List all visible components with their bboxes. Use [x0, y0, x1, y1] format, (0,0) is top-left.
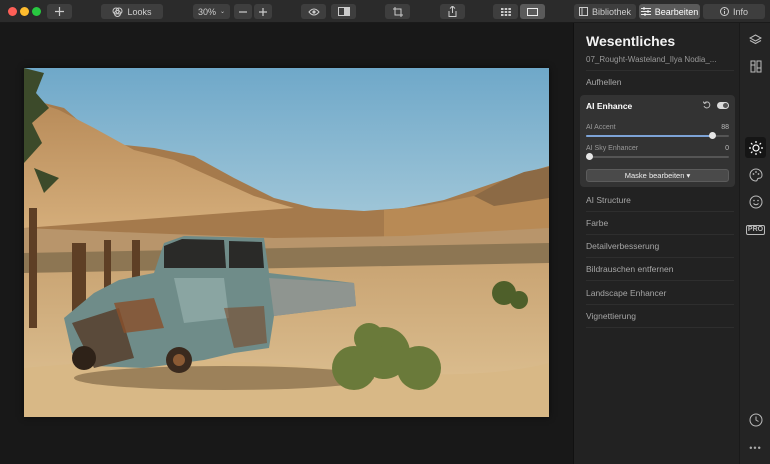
tab-bearbeiten-label: Bearbeiten: [654, 6, 699, 17]
single-view-button[interactable]: [520, 4, 545, 19]
share-button[interactable]: [440, 4, 465, 19]
palette-icon[interactable]: [745, 164, 766, 185]
section-aufhellen[interactable]: Aufhellen: [586, 77, 730, 87]
ai-sky-label: AI Sky Enhancer: [586, 145, 639, 152]
tab-bibliothek[interactable]: Bibliothek: [574, 4, 636, 19]
library-icon: [578, 7, 588, 16]
looks-label: Looks: [127, 6, 152, 17]
divider: [586, 234, 734, 235]
plus-icon: [55, 7, 64, 16]
section-detailverbesserung[interactable]: Detailverbesserung: [586, 241, 730, 251]
minus-icon: [239, 8, 247, 16]
looks-button[interactable]: Looks: [101, 4, 163, 19]
ai-accent-value: 88: [721, 124, 729, 131]
ai-sky-knob[interactable]: [586, 153, 593, 160]
info-icon: [719, 7, 729, 16]
grid-view-button[interactable]: [493, 4, 518, 19]
file-name: 07_Rought-Wasteland_Ilya Nodia_...: [586, 55, 717, 64]
divider: [586, 211, 734, 212]
layers-icon[interactable]: [745, 29, 766, 50]
preview-button[interactable]: [301, 4, 326, 19]
crop-icon: [392, 6, 403, 17]
image-canvas[interactable]: [0, 23, 573, 464]
divider: [586, 257, 734, 258]
edit-panel: Wesentliches 07_Rought-Wasteland_Ilya No…: [573, 23, 739, 464]
zoom-out-button[interactable]: [234, 4, 252, 19]
looks-icon: [112, 7, 123, 17]
chevron-down-icon: ⌄: [219, 9, 226, 15]
ai-enhance-toggle[interactable]: [717, 102, 729, 109]
pro-icon[interactable]: PRO: [745, 219, 766, 240]
tab-bibliothek-label: Bibliothek: [591, 6, 632, 17]
tab-bearbeiten[interactable]: Bearbeiten: [639, 4, 700, 19]
history-clock-icon[interactable]: [745, 409, 766, 430]
toolbar: Looks 30% ⌄ Bibliothek Bearbeiten Info: [0, 0, 770, 23]
ai-enhance-title[interactable]: AI Enhance: [586, 101, 632, 111]
tab-info-label: Info: [732, 6, 748, 17]
crop-button[interactable]: [385, 4, 410, 19]
single-view-icon: [527, 7, 538, 16]
divider: [586, 70, 734, 71]
sliders-icon: [640, 7, 651, 16]
section-bildrauschen[interactable]: Bildrauschen entfernen: [586, 264, 730, 274]
eye-icon: [307, 8, 320, 16]
plus-icon: [259, 7, 267, 16]
compare-button[interactable]: [331, 4, 356, 19]
zoom-value: 30%: [197, 6, 216, 17]
section-ai-structure[interactable]: AI Structure: [586, 195, 730, 205]
section-landscape-enhancer[interactable]: Landscape Enhancer: [586, 288, 730, 298]
ai-accent-fill: [586, 135, 712, 137]
minimize-window-button[interactable]: [20, 7, 29, 16]
pro-label: PRO: [745, 224, 766, 235]
ai-accent-knob[interactable]: [708, 132, 716, 139]
portrait-face-icon[interactable]: [745, 191, 766, 212]
more-label: •••: [749, 442, 762, 453]
divider: [586, 304, 734, 305]
zoom-in-button[interactable]: [254, 4, 272, 19]
tab-info[interactable]: Info: [703, 4, 765, 19]
edit-mask-button[interactable]: Maske bearbeiten ▾: [586, 169, 729, 182]
divider: [586, 280, 734, 281]
more-options-icon[interactable]: •••: [745, 437, 766, 458]
ai-sky-slider[interactable]: [586, 153, 729, 160]
section-farbe[interactable]: Farbe: [586, 218, 730, 228]
close-window-button[interactable]: [8, 7, 17, 16]
canvas-tools-icon[interactable]: [745, 56, 766, 77]
section-vignettierung[interactable]: Vignettierung: [586, 311, 730, 321]
ai-accent-label: AI Accent: [586, 124, 616, 131]
add-button[interactable]: [47, 4, 72, 19]
sun-icon[interactable]: [745, 137, 766, 158]
grid-icon: [500, 7, 511, 16]
panel-title: Wesentliches: [586, 33, 676, 49]
reset-icon[interactable]: [702, 101, 711, 111]
fullscreen-window-button[interactable]: [32, 7, 41, 16]
share-icon: [448, 6, 457, 17]
compare-icon: [337, 7, 350, 16]
divider: [586, 327, 734, 328]
ai-accent-slider[interactable]: [586, 132, 729, 139]
ai-sky-value: 0: [725, 145, 729, 152]
zoom-select[interactable]: 30% ⌄: [193, 4, 230, 19]
tool-strip: PRO •••: [739, 23, 770, 464]
photo-preview[interactable]: [24, 68, 549, 417]
ai-enhance-card: AI Enhance AI Accent 88 AI Sky Enhancer …: [580, 95, 735, 187]
app-window: Looks 30% ⌄ Bibliothek Bearbeiten Info W…: [0, 0, 770, 464]
